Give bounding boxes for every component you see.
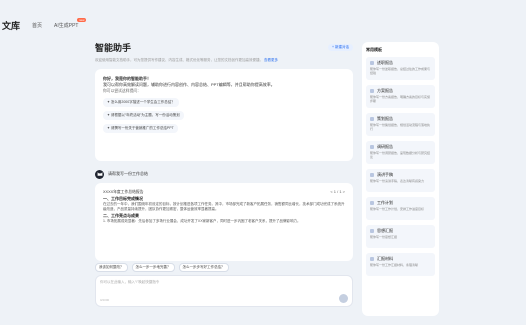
- answer-paragraph: 1. 市场拓展成效显著：先后参加了多场行业展会，成功开发了XX家新客户，同时进一…: [103, 219, 301, 224]
- document-icon: [370, 257, 374, 261]
- template-item-material[interactable]: 汇报材料 帮你写一份工作汇报材料，条理清晰: [366, 253, 435, 276]
- followup-chip[interactable]: 怎么一步步写好工作总结？: [178, 263, 229, 272]
- view-more-link[interactable]: 查看更多: [264, 58, 278, 62]
- nav-link-home[interactable]: 首页: [32, 22, 42, 29]
- template-item-research[interactable]: 调研报告 帮你写一份调研报告，呈现数据分析与研究结论: [366, 141, 435, 164]
- user-question: 请帮我写一份工作总结: [108, 171, 148, 176]
- logo[interactable]: 文库: [2, 19, 20, 32]
- document-icon: [370, 89, 374, 93]
- nav-link-ai-ppt[interactable]: AI生成PPT new: [54, 17, 87, 29]
- followup-chip[interactable]: 怎么一步一步地完善？: [131, 263, 175, 272]
- document-icon: [370, 173, 374, 177]
- document-icon: [370, 229, 374, 233]
- sidebar-title: 常用模板: [366, 47, 382, 52]
- answer-paragraph: 在过去的一年中，我们围绕年初设定的目标，按计划推进各项工作任务。其中，市场部完成…: [103, 202, 345, 212]
- document-icon: [370, 201, 374, 205]
- suggestion-item[interactable]: ✦ 请根据以“年终活动”为主题，写一份活动策划: [103, 111, 184, 120]
- document-icon: [370, 145, 374, 149]
- template-item-speech[interactable]: 演讲手稿 帮你写一份演讲手稿，表达清晰有感染力: [366, 169, 435, 192]
- page-subtitle: 欢迎使用智能文档助手，可为您提供写作建议、内容生成、格式优化等服务，让您的文档创…: [95, 58, 278, 62]
- answer-section-heading: 一、工作目标完成情况: [103, 196, 143, 201]
- template-item-thought[interactable]: 思想汇报 帮你写一份思想汇报: [366, 225, 435, 248]
- document-icon: [370, 117, 374, 121]
- template-item-report[interactable]: 述职报告 帮你写一份述职报告，总结过往的工作成果与经验: [366, 57, 435, 80]
- document-icon: [370, 61, 374, 65]
- suggestion-item[interactable]: ✦ 怎么用2000字描述一个学生会工作总结？: [103, 98, 179, 107]
- avatar: [95, 169, 104, 179]
- new-chat-button[interactable]: + 新建对话: [327, 43, 353, 51]
- template-item-work-plan[interactable]: 工作计划 帮你写一份工作计划，安排工作进度目标: [366, 197, 435, 220]
- page-title: 智能助手: [95, 42, 132, 53]
- title-row: 智能助手 + 新建对话: [95, 40, 353, 54]
- chat-input[interactable]: 你可以在此输入，输入“/”唤起快捷指令 0/2000: [95, 275, 353, 307]
- template-sidebar: 常用模板 述职报告 帮你写一份述职报告，总结过往的工作成果与经验 方案报告 帮你…: [362, 42, 439, 316]
- answer-pager[interactable]: < 1 / 1 >: [330, 189, 345, 194]
- chat-input-placeholder: 你可以在此输入，输入“/”唤起快捷指令: [100, 280, 160, 284]
- top-nav: 文库 首页 AI生成PPT new: [0, 14, 526, 36]
- suggestion-list: ✦ 怎么用2000字描述一个学生会工作总结？ ✦ 请根据以“年终活动”为主题，写…: [103, 94, 345, 133]
- user-message-row: 请帮我写一份工作总结: [95, 169, 353, 179]
- answer-card: < 1 / 1 > XXXX年度工作总结报告 一、工作目标完成情况 在过去的一年…: [95, 183, 353, 261]
- main-panel: 智能助手 + 新建对话 欢迎使用智能文档助手，可为您提供写作建议、内容生成、格式…: [95, 40, 353, 307]
- cat-icon: [97, 172, 102, 176]
- suggestion-item[interactable]: ✦ 请撰写一份关于营销推广的工作总结PPT: [103, 124, 178, 133]
- followup-chip[interactable]: 我该如何整改？: [95, 263, 128, 272]
- template-item-planning[interactable]: 策划报告 帮你写一份策划报告，规划活动流程与落地执行: [366, 113, 435, 136]
- new-badge: new: [76, 17, 87, 22]
- send-button[interactable]: [339, 294, 348, 303]
- followup-chips: 我该如何整改？ 怎么一步一步地完善？ 怎么一步步写好工作总结？: [95, 263, 353, 272]
- welcome-card: 你好，我是你的智能助手！ 我可以帮你高效解读问题，辅助你进行内容创作、内容总结、…: [95, 69, 353, 161]
- template-item-plan[interactable]: 方案报告 帮你写一份方案报告，明确方案的目标与实施步骤: [366, 85, 435, 108]
- char-counter: 0/2000: [100, 298, 110, 302]
